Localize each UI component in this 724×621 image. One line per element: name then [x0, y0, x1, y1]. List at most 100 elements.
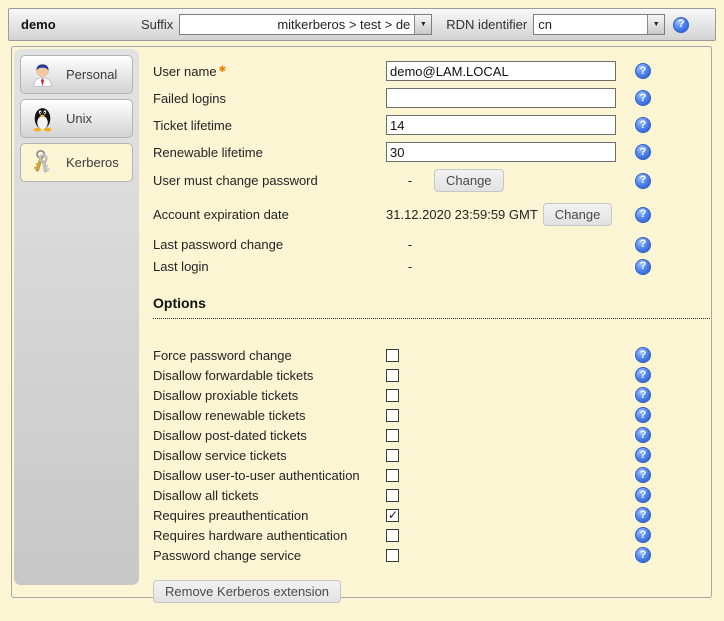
option-row: Disallow proxiable tickets	[153, 385, 651, 405]
checkbox[interactable]	[386, 489, 399, 502]
change-password-button[interactable]: Change	[434, 169, 504, 192]
account-name: demo	[21, 17, 141, 32]
field-label: Ticket lifetime	[153, 118, 232, 133]
rdn-label: RDN identifier	[446, 17, 527, 32]
help-icon[interactable]	[673, 17, 689, 33]
form-row-failed-logins: Failed logins	[153, 88, 651, 108]
option-label: Disallow forwardable tickets	[153, 368, 313, 383]
help-icon[interactable]	[635, 507, 651, 523]
help-icon[interactable]	[635, 347, 651, 363]
rdn-dropdown[interactable]: cn	[533, 14, 665, 35]
help-icon[interactable]	[635, 207, 651, 223]
option-label: Disallow renewable tickets	[153, 408, 305, 423]
help-icon[interactable]	[635, 387, 651, 403]
field-label: User must change password	[153, 173, 318, 188]
help-icon[interactable]	[635, 527, 651, 543]
chevron-down-icon	[647, 15, 664, 34]
tux-icon	[28, 104, 57, 133]
option-row: Disallow all tickets	[153, 485, 651, 505]
help-icon[interactable]	[635, 144, 651, 160]
option-label: Disallow user-to-user authentication	[153, 468, 360, 483]
must-change-password-value: -	[386, 173, 434, 188]
help-icon[interactable]	[635, 547, 651, 563]
tab-label: Personal	[66, 67, 117, 82]
form-row-ticket-lifetime: Ticket lifetime	[153, 115, 651, 135]
last-login-value: -	[386, 259, 434, 274]
field-label: Account expiration date	[153, 207, 289, 222]
option-label: Disallow service tickets	[153, 448, 287, 463]
option-row: Disallow forwardable tickets	[153, 365, 651, 385]
renewable-lifetime-input[interactable]	[386, 142, 616, 162]
rdn-dropdown-value: cn	[534, 15, 647, 34]
form-row-expiration-date: Account expiration date 31.12.2020 23:59…	[153, 203, 651, 226]
option-label: Disallow post-dated tickets	[153, 428, 307, 443]
option-row: Password change service	[153, 545, 651, 565]
option-label: Requires hardware authentication	[153, 528, 347, 543]
field-label: Failed logins	[153, 91, 226, 106]
option-row: Requires hardware authentication	[153, 525, 651, 545]
kerberos-form: User name Failed logins Ticket lifetime …	[153, 61, 711, 603]
help-icon[interactable]	[635, 427, 651, 443]
chevron-down-icon	[414, 15, 431, 34]
user-name-input[interactable]	[386, 61, 616, 81]
tab-label: Unix	[66, 111, 92, 126]
title-bar: demo Suffix mitkerberos > test > de RDN …	[8, 8, 716, 41]
help-icon[interactable]	[635, 259, 651, 275]
option-row: Disallow renewable tickets	[153, 405, 651, 425]
option-row: Disallow service tickets	[153, 445, 651, 465]
person-icon	[28, 60, 57, 89]
option-row: Disallow post-dated tickets	[153, 425, 651, 445]
checkbox[interactable]	[386, 369, 399, 382]
help-icon[interactable]	[635, 237, 651, 253]
suffix-dropdown-value: mitkerberos > test > de	[180, 15, 414, 34]
checkbox[interactable]	[386, 509, 399, 522]
keys-icon	[28, 148, 57, 177]
tab-label: Kerberos	[66, 155, 119, 170]
options-heading: Options	[153, 295, 710, 319]
help-icon[interactable]	[635, 117, 651, 133]
expiration-date-value: 31.12.2020 23:59:59 GMT	[386, 207, 538, 222]
form-row-user-name: User name	[153, 61, 651, 81]
help-icon[interactable]	[635, 63, 651, 79]
suffix-dropdown[interactable]: mitkerberos > test > de	[179, 14, 432, 35]
field-label: User name	[153, 64, 217, 79]
ticket-lifetime-input[interactable]	[386, 115, 616, 135]
checkbox[interactable]	[386, 469, 399, 482]
help-icon[interactable]	[635, 173, 651, 189]
option-row: Requires preauthentication	[153, 505, 651, 525]
checkbox[interactable]	[386, 349, 399, 362]
option-label: Password change service	[153, 548, 301, 563]
checkbox[interactable]	[386, 449, 399, 462]
main-panel: Personal Unix	[11, 46, 712, 598]
help-icon[interactable]	[635, 447, 651, 463]
option-label: Disallow all tickets	[153, 488, 258, 503]
field-label: Last password change	[153, 237, 283, 252]
checkbox[interactable]	[386, 529, 399, 542]
form-row-renewable-lifetime: Renewable lifetime	[153, 142, 651, 162]
form-row-last-password-change: Last password change -	[153, 235, 651, 254]
change-expiration-button[interactable]: Change	[543, 203, 613, 226]
tab-personal[interactable]: Personal	[20, 55, 133, 94]
option-row: Disallow user-to-user authentication	[153, 465, 651, 485]
checkbox[interactable]	[386, 409, 399, 422]
help-icon[interactable]	[635, 90, 651, 106]
help-icon[interactable]	[635, 487, 651, 503]
form-row-last-login: Last login -	[153, 257, 651, 276]
option-label: Force password change	[153, 348, 292, 363]
checkbox[interactable]	[386, 549, 399, 562]
remove-kerberos-extension-button[interactable]: Remove Kerberos extension	[153, 580, 341, 603]
options-list: Force password change Disallow forwardab…	[153, 345, 711, 565]
required-icon	[219, 64, 227, 74]
checkbox[interactable]	[386, 389, 399, 402]
remove-extension-row: Remove Kerberos extension	[153, 580, 711, 603]
checkbox[interactable]	[386, 429, 399, 442]
failed-logins-input[interactable]	[386, 88, 616, 108]
option-label: Disallow proxiable tickets	[153, 388, 298, 403]
help-icon[interactable]	[635, 407, 651, 423]
tab-unix[interactable]: Unix	[20, 99, 133, 138]
tab-kerberos[interactable]: Kerberos	[20, 143, 133, 182]
help-icon[interactable]	[635, 367, 651, 383]
module-sidebar: Personal Unix	[14, 49, 139, 585]
help-icon[interactable]	[635, 467, 651, 483]
suffix-label: Suffix	[141, 17, 173, 32]
